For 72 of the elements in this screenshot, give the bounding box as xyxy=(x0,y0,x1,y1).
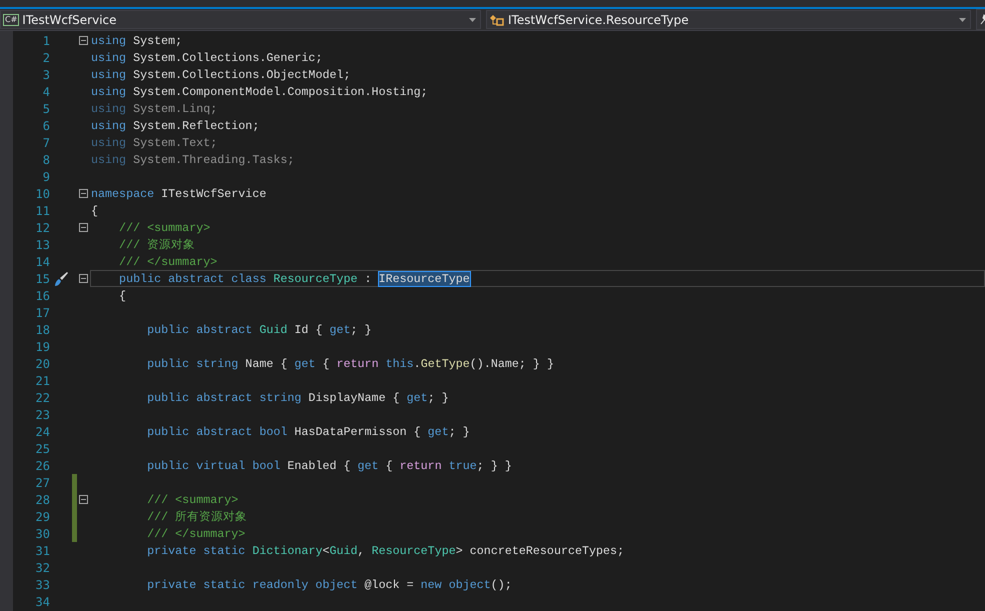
line-number: 20 xyxy=(34,356,50,370)
code-line: using System.Collections.ObjectModel; xyxy=(90,66,352,83)
code-line: /// 所有资源对象 xyxy=(146,509,248,525)
line-number: 26 xyxy=(34,458,50,472)
code-line: using System; xyxy=(90,32,184,49)
line-number: 25 xyxy=(34,442,50,456)
line-number: 34 xyxy=(34,594,50,608)
code-line: /// </summary> xyxy=(118,254,218,270)
line-number: 13 xyxy=(34,238,50,252)
line-number: 21 xyxy=(34,374,50,388)
line-number: 17 xyxy=(34,306,50,320)
line-number: 18 xyxy=(34,322,50,336)
code-line: private static readonly object @lock = new object(); xyxy=(146,576,513,593)
line-number: 9 xyxy=(42,170,50,184)
line-number: 11 xyxy=(34,204,50,218)
code-line: namespace ITestWcfService xyxy=(90,186,268,202)
code-line: { xyxy=(90,202,100,219)
line-number: 23 xyxy=(34,408,50,422)
line-number: 15 xyxy=(34,272,50,286)
line-number: 5 xyxy=(42,102,50,116)
line-number: 8 xyxy=(42,152,50,166)
code-line: /// </summary> xyxy=(146,526,246,542)
code-line: using System.Threading.Tasks; xyxy=(90,152,296,168)
code-line: public virtual bool Enabled { get { return true; } } xyxy=(146,458,513,474)
line-number: 16 xyxy=(34,288,50,302)
collapse-icon[interactable] xyxy=(79,274,88,283)
code-line: { xyxy=(118,288,128,304)
line-number: 6 xyxy=(42,118,50,132)
code-line: public string Name { get { return this.GetType().Name; } } xyxy=(146,356,555,372)
dropdown-arrow-icon xyxy=(959,18,966,22)
line-number: 7 xyxy=(42,136,50,150)
line-number: 10 xyxy=(34,186,50,200)
project-dropdown[interactable]: C# ITestWcfService xyxy=(0,10,481,29)
line-number: 28 xyxy=(34,492,50,506)
code-line: using System.Reflection; xyxy=(90,118,260,134)
line-number: 24 xyxy=(34,424,50,438)
line-number: 32 xyxy=(34,560,50,574)
member-name: ITestWcfService.ResourceType xyxy=(508,12,690,26)
line-number: 27 xyxy=(34,476,50,490)
line-number: 22 xyxy=(34,390,50,404)
code-line: public abstract string DisplayName { get; } xyxy=(146,390,450,406)
code-line: using System.Text; xyxy=(90,134,218,151)
code-line: using System.Linq; xyxy=(90,100,218,117)
line-number: 12 xyxy=(34,220,50,234)
line-number: 30 xyxy=(34,526,50,540)
line-number: 1 xyxy=(42,34,50,48)
line-number: 2 xyxy=(42,50,50,64)
collapse-icon[interactable] xyxy=(79,223,88,232)
collapse-icon[interactable] xyxy=(79,495,88,504)
project-name: ITestWcfService xyxy=(22,12,118,26)
code-line: /// 资源对象 xyxy=(118,237,196,253)
code-line: /// <summary> xyxy=(118,220,212,236)
line-number: 3 xyxy=(42,68,50,82)
line-number: 14 xyxy=(34,254,50,268)
line-number: 29 xyxy=(34,510,50,524)
code-line: public abstract Guid Id { get; } xyxy=(146,322,373,338)
code-line: /// <summary> xyxy=(146,492,240,508)
csharp-file-icon: C# xyxy=(3,14,20,26)
collapse-icon[interactable] xyxy=(79,189,88,198)
paintbrush-icon[interactable] xyxy=(52,270,70,287)
line-number: 33 xyxy=(34,578,50,592)
line-number: 31 xyxy=(34,544,50,558)
code-line: using System.ComponentModel.Composition.Hosting; xyxy=(90,84,429,100)
collapse-icon[interactable] xyxy=(79,36,88,45)
line-number: 4 xyxy=(42,84,50,98)
class-icon xyxy=(489,14,505,26)
dropdown-arrow-icon xyxy=(469,18,476,22)
code-line: private static Dictionary<Guid, ResourceType> concreteResourceTypes; xyxy=(146,542,626,559)
line-number: 19 xyxy=(34,340,50,354)
member-dropdown[interactable]: ITestWcfService.ResourceType xyxy=(486,10,971,29)
code-line: public abstract bool HasDataPermisson { get; } xyxy=(146,424,471,440)
code-line: using System.Collections.Generic; xyxy=(90,50,324,66)
